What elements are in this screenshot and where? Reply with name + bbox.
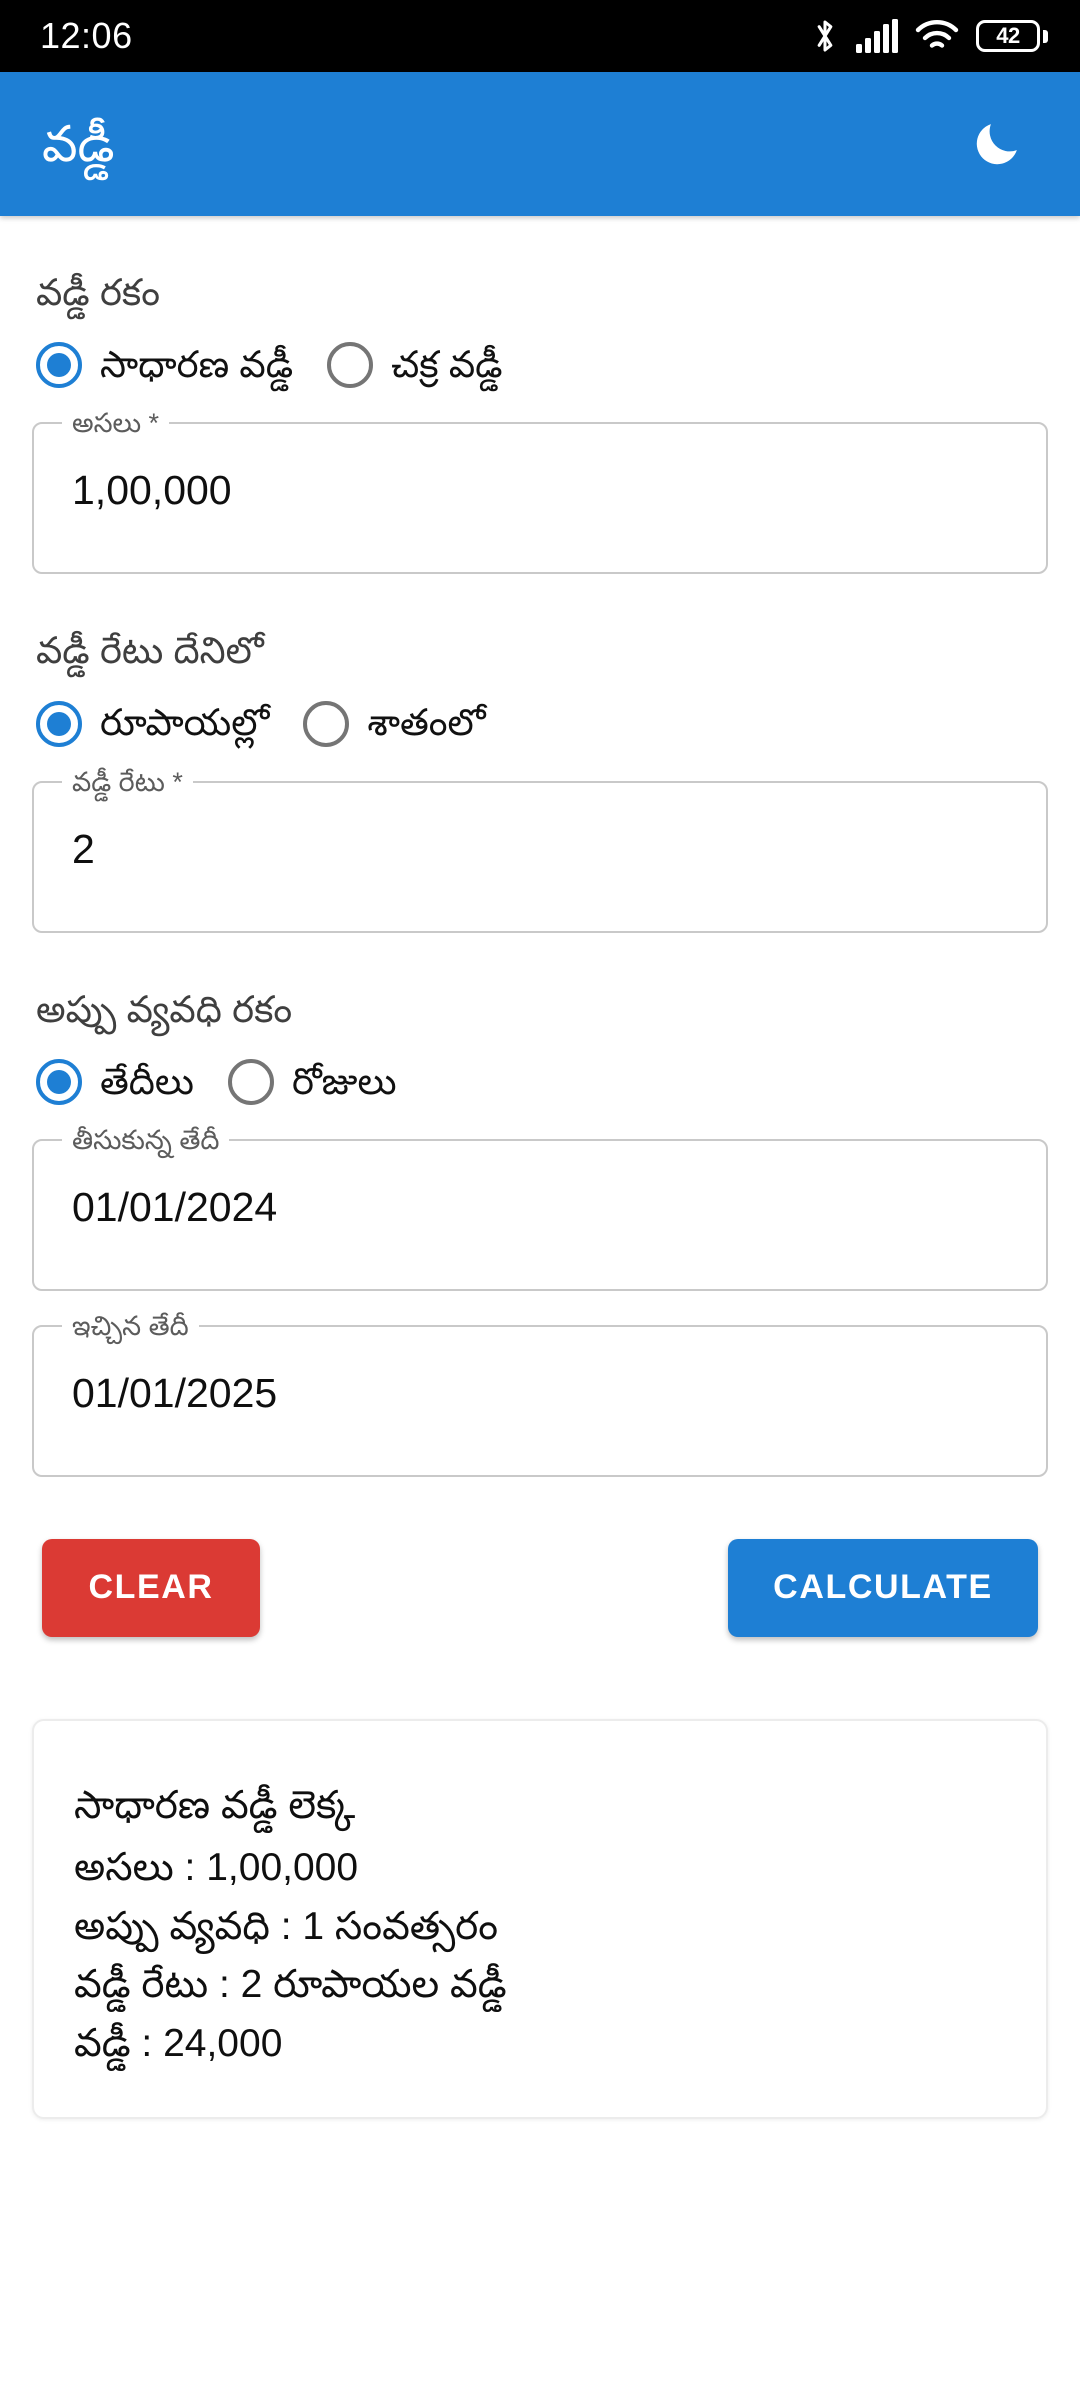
radio-rate-in-rupees[interactable]: రూపాయల్లో [36, 700, 270, 747]
radio-duration-dates[interactable]: తేదీలు [36, 1058, 194, 1105]
radio-selected-icon [36, 1058, 82, 1105]
radio-label: రోజులు [291, 1060, 397, 1102]
radio-unselected-icon [303, 700, 350, 747]
action-button-row: CLEAR CALCULATE [32, 1538, 1048, 1637]
result-line-principal: అసలు : 1,00,000 [74, 1846, 359, 1890]
from-date-field-value: 01/01/2024 [72, 1183, 278, 1230]
to-date-field-label: ఇచ్చిన తేదీ [62, 1309, 199, 1344]
result-line-duration: అప్పు వ్యవధి : 1 సంవత్సరం [74, 1904, 499, 1948]
result-line-rate: వడ్డీ రేటు : 2 రూపాయల వడ్డీ [74, 1963, 507, 2007]
to-date-field[interactable]: ఇచ్చిన తేదీ 01/01/2025 [32, 1309, 1048, 1477]
radio-label: తేదీలు [100, 1060, 194, 1102]
radio-label: రూపాయల్లో [100, 702, 270, 744]
interest-type-label: వడ్డీ రకం [36, 272, 160, 313]
principal-field[interactable]: అసలు * 1,00,000 [32, 407, 1048, 575]
principal-field-value: 1,00,000 [72, 467, 232, 514]
battery-level-label: 42 [996, 23, 1020, 48]
from-date-field-label: తీసుకున్న తేదీ [62, 1123, 230, 1158]
app-title: వడ్డీ [42, 115, 115, 172]
duration-type-label: అప్పు వ్యవధి రకం [36, 988, 293, 1030]
rate-unit-label: వడ్డీ రేటు దేనిలో [36, 630, 264, 672]
radio-unselected-icon [227, 1058, 274, 1105]
principal-field-label: అసలు * [62, 407, 170, 441]
radio-compound-interest[interactable]: చక్ర వడ్డీ [327, 342, 503, 389]
app-bar: వడ్డీ [0, 72, 1080, 216]
from-date-field[interactable]: తీసుకున్న తేదీ 01/01/2024 [32, 1123, 1048, 1291]
rate-field-label: వడ్డీ రేటు * [62, 765, 193, 800]
bluetooth-icon [811, 17, 839, 55]
app-screen: 12:06 42 వడ్డీ వడ్డీ రకం సాధారణ వడ్డీ చక… [0, 0, 1080, 2400]
radio-label: సాధారణ వడ్డీ [100, 344, 294, 386]
duration-type-radio-group: తేదీలు రోజులు [36, 1058, 1048, 1105]
battery-icon: 42 [976, 20, 1048, 52]
moon-icon[interactable] [952, 99, 1042, 189]
rate-field[interactable]: వడ్డీ రేటు * 2 [32, 765, 1048, 933]
radio-selected-icon [36, 700, 82, 747]
form-content: వడ్డీ రకం సాధారణ వడ్డీ చక్ర వడ్డీ అసలు *… [0, 270, 1080, 2119]
radio-duration-days[interactable]: రోజులు [227, 1058, 397, 1105]
radio-unselected-icon [327, 342, 374, 389]
calculate-button[interactable]: CALCULATE [728, 1538, 1038, 1637]
result-line-interest: వడ్డీ : 24,000 [74, 2021, 283, 2065]
radio-label: శాతంలో [367, 702, 486, 744]
status-bar: 12:06 42 [0, 0, 1080, 72]
radio-rate-in-percent[interactable]: శాతంలో [303, 700, 486, 747]
wifi-icon [915, 19, 959, 53]
radio-selected-icon [36, 342, 82, 389]
cellular-signal-icon [856, 19, 898, 53]
rate-field-value: 2 [72, 825, 95, 872]
radio-label: చక్ర వడ్డీ [391, 344, 503, 386]
to-date-field-value: 01/01/2025 [72, 1369, 278, 1416]
interest-type-radio-group: సాధారణ వడ్డీ చక్ర వడ్డీ [36, 342, 1048, 389]
status-clock: 12:06 [40, 15, 133, 56]
clear-button[interactable]: CLEAR [42, 1538, 260, 1637]
result-card: సాధారణ వడ్డీ లెక్క అసలు : 1,00,000 అప్పు… [32, 1718, 1048, 2119]
result-title: సాధారణ వడ్డీ లెక్క [74, 1783, 356, 1827]
rate-unit-radio-group: రూపాయల్లో శాతంలో [36, 700, 1048, 747]
radio-simple-interest[interactable]: సాధారణ వడ్డీ [36, 342, 294, 389]
status-icon-group: 42 [811, 17, 1048, 55]
